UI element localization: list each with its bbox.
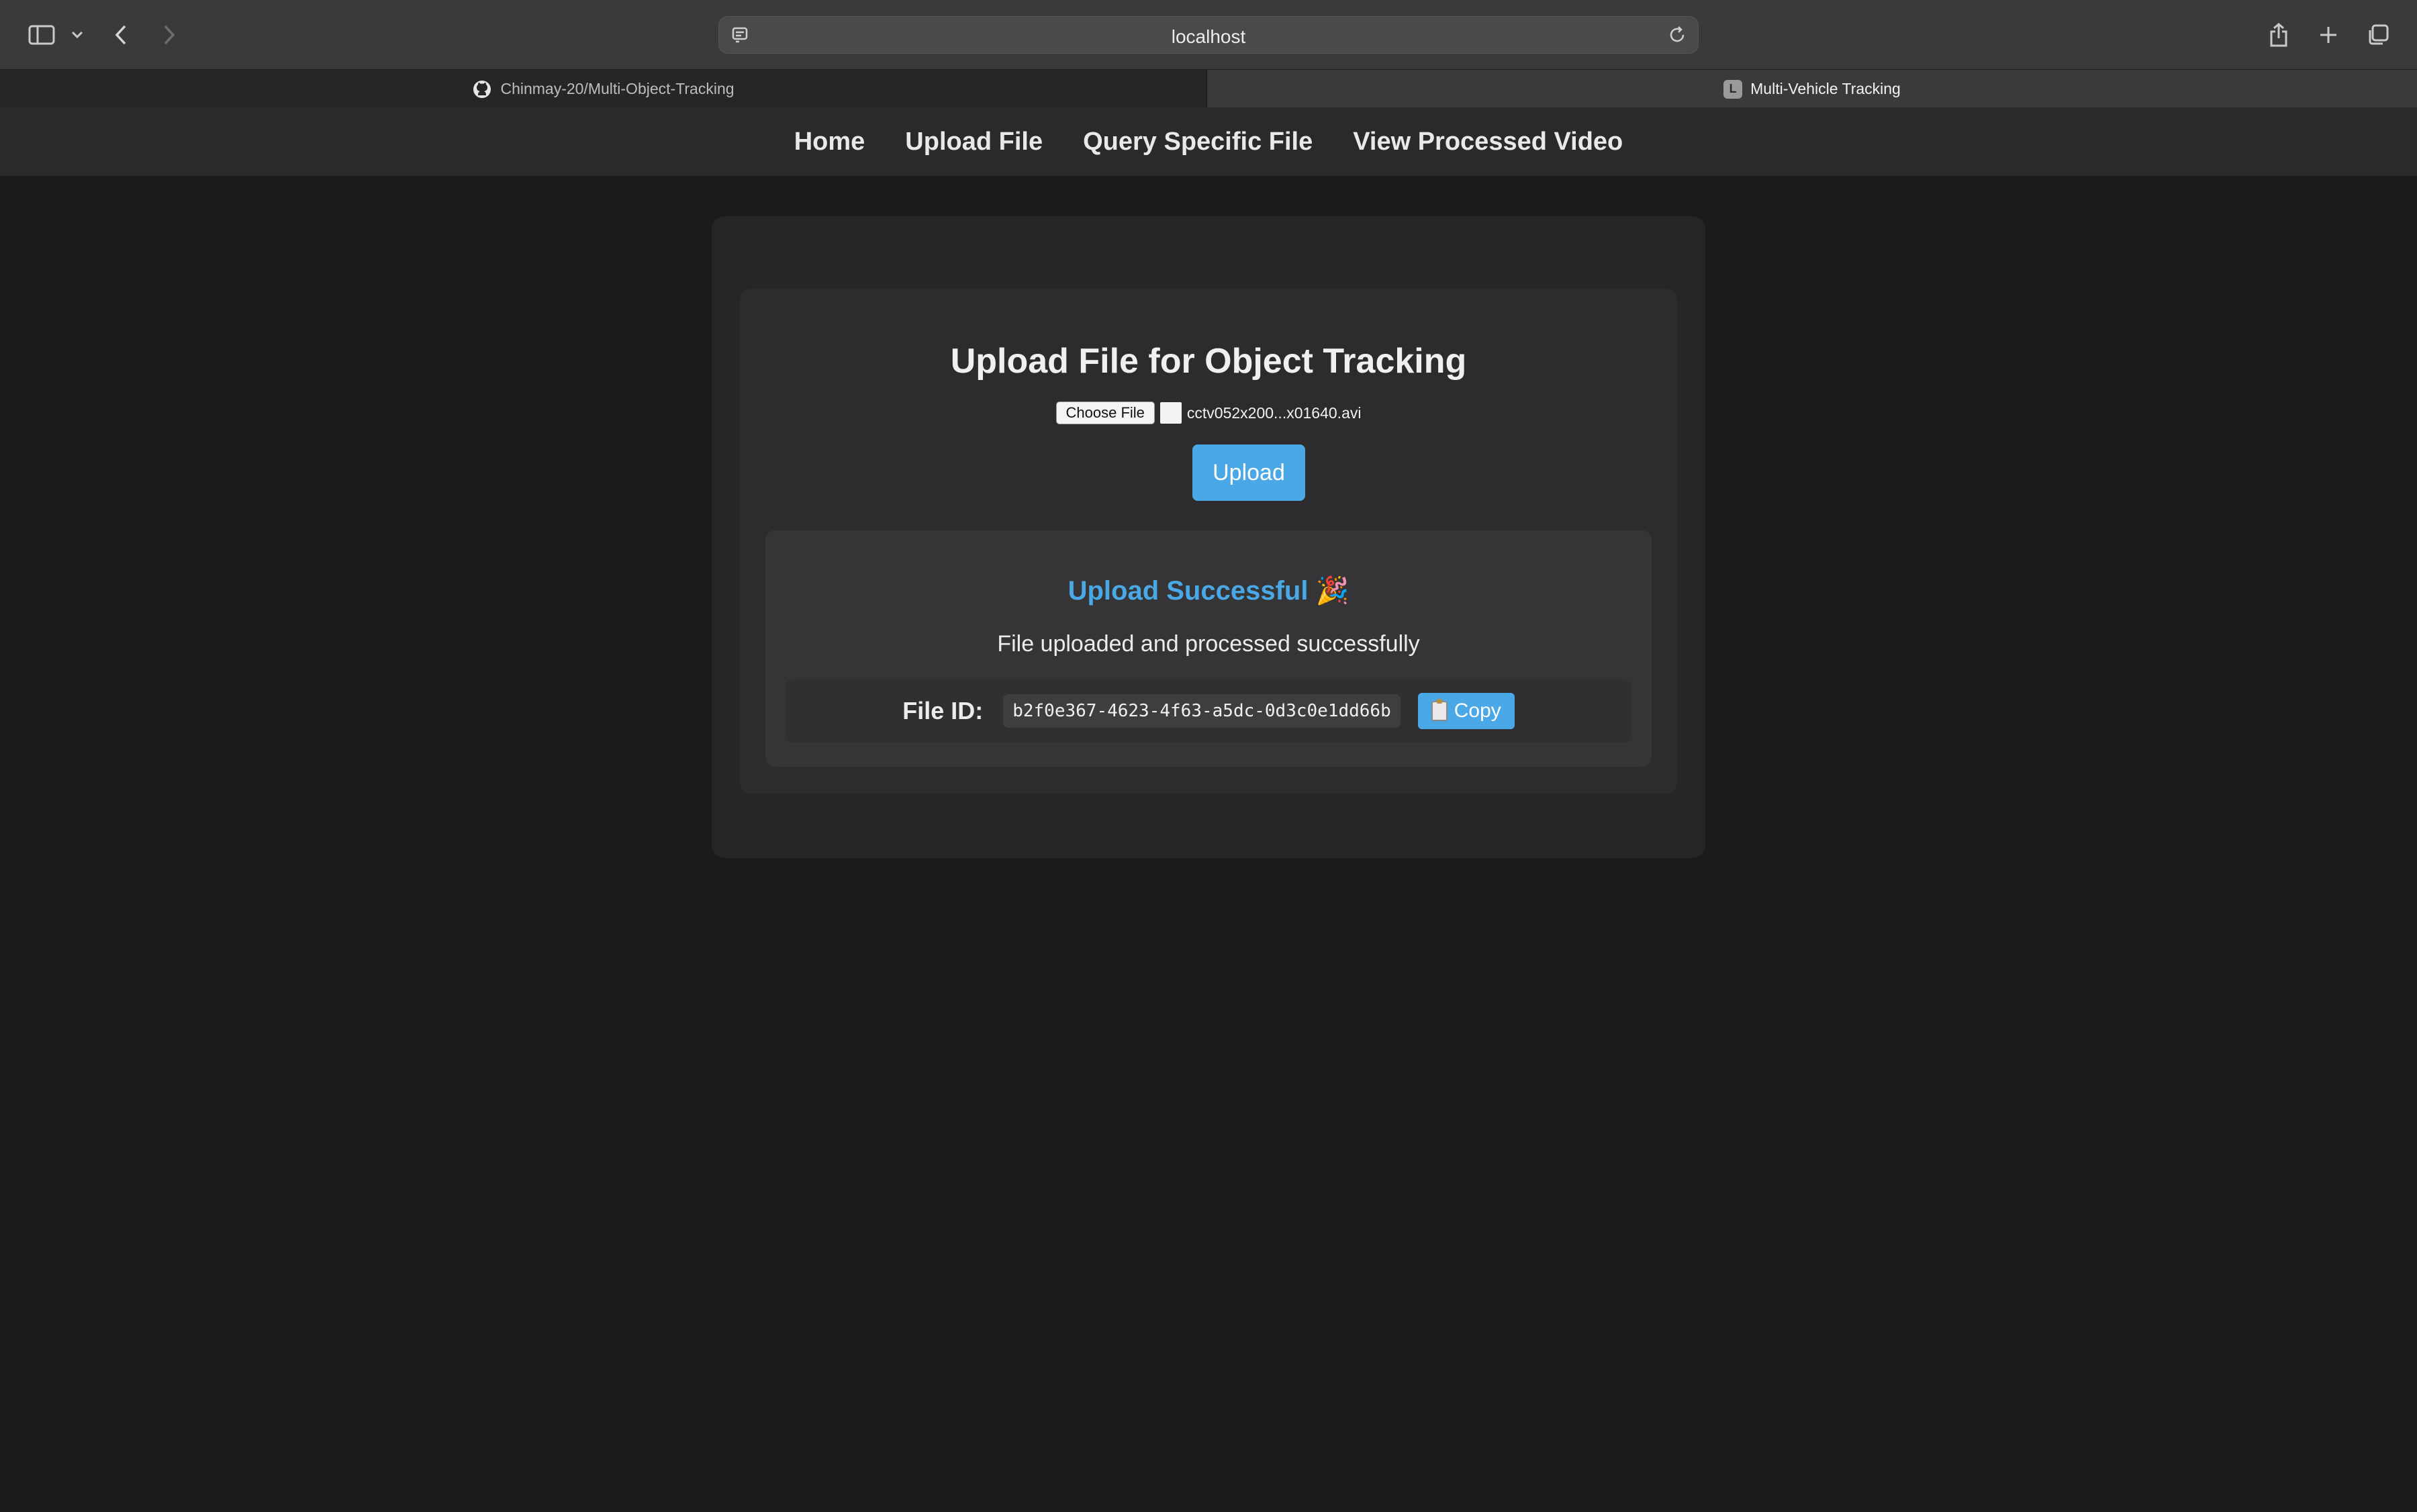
party-popper-icon: 🎉: [1315, 576, 1349, 606]
app-nav: Home Upload File Query Specific File Vie…: [0, 107, 2417, 176]
selected-file-name: cctv052x200...x01640.avi: [1186, 404, 1362, 422]
result-title: Upload Successful 🎉: [765, 575, 1652, 606]
share-icon[interactable]: [2264, 19, 2293, 51]
back-icon[interactable]: [107, 19, 134, 51]
upload-card: Upload File for Object Tracking Choose F…: [740, 289, 1677, 794]
nav-upload-file[interactable]: Upload File: [905, 128, 1043, 156]
tab-label: Multi-Vehicle Tracking: [1750, 80, 1901, 97]
upload-result-panel: Upload Successful 🎉 File uploaded and pr…: [765, 530, 1652, 767]
sidebar-toggle-icon[interactable]: [26, 19, 58, 51]
file-id-label: File ID:: [902, 697, 984, 724]
tab-bar: Chinmay-20/Multi-Object-Tracking L Multi…: [0, 69, 2417, 108]
address-bar[interactable]: localhost: [718, 16, 1699, 54]
copy-button[interactable]: Copy: [1417, 693, 1515, 729]
upload-button[interactable]: Upload: [1192, 444, 1305, 501]
tab-multi-vehicle-tracking[interactable]: L Multi-Vehicle Tracking: [1207, 70, 2417, 108]
tab-label: Chinmay-20/Multi-Object-Tracking: [500, 80, 734, 97]
forward-icon[interactable]: [156, 19, 183, 51]
file-input-row: Choose File cctv052x200...x01640.avi: [740, 401, 1677, 424]
copy-label: Copy: [1454, 700, 1501, 722]
nav-query-specific-file[interactable]: Query Specific File: [1083, 128, 1313, 156]
choose-file-button[interactable]: Choose File: [1055, 401, 1155, 424]
site-favicon-icon: L: [1723, 79, 1743, 99]
address-text: localhost: [1171, 26, 1246, 47]
chevron-down-icon[interactable]: [67, 19, 87, 51]
browser-toolbar: localhost: [0, 0, 2417, 69]
github-icon: [473, 80, 491, 98]
nav-view-processed-video[interactable]: View Processed Video: [1353, 128, 1623, 156]
tab-overview-icon[interactable]: [2363, 19, 2393, 51]
nav-home[interactable]: Home: [794, 128, 865, 156]
page-title: Upload File for Object Tracking: [950, 342, 1467, 381]
file-id-value[interactable]: b2f0e367-4623-4f63-a5dc-0d3c0e1dd66b: [1003, 694, 1401, 728]
reload-icon[interactable]: [1667, 25, 1687, 48]
file-id-row: File ID: b2f0e367-4623-4f63-a5dc-0d3c0e1…: [786, 679, 1631, 743]
result-title-text: Upload Successful: [1068, 576, 1309, 606]
main-container: Upload File for Object Tracking Choose F…: [712, 216, 1705, 858]
new-tab-icon[interactable]: [2314, 19, 2343, 51]
tab-github[interactable]: Chinmay-20/Multi-Object-Tracking: [0, 70, 1207, 108]
result-message: File uploaded and processed successfully: [997, 631, 1420, 657]
file-thumbnail-icon: [1159, 402, 1182, 424]
clipboard-icon: [1431, 699, 1448, 721]
